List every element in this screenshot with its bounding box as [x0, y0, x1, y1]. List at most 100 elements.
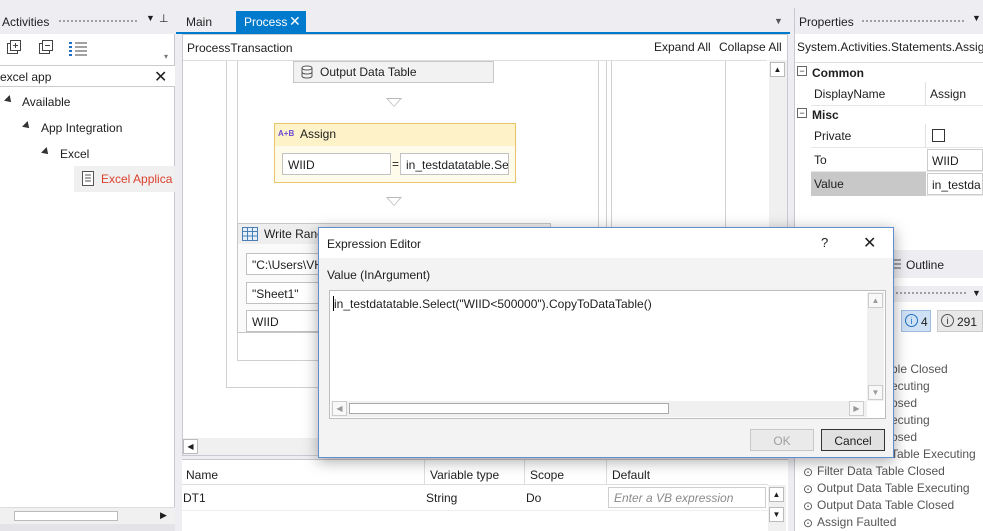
trace-filter-button[interactable]: i 291	[937, 310, 983, 332]
category-common: Common	[812, 66, 864, 80]
assign-to-field[interactable]: WIID	[282, 153, 391, 175]
log-entry[interactable]: Filter Data Table Closed	[817, 464, 945, 478]
column-header-default[interactable]: Default	[612, 468, 650, 482]
expression-editor-dialog: Expression Editor ? ✕ Value (InArgument)…	[318, 227, 894, 458]
collapse-category-icon[interactable]: −	[797, 66, 807, 76]
data-table-icon	[300, 65, 314, 79]
scroll-up-icon[interactable]: ▲	[769, 487, 784, 502]
log-entry[interactable]: Output Data Table Executing	[817, 481, 970, 495]
assign-activity[interactable]: A+B Assign WIID = in_testdatatable.Se	[274, 123, 516, 183]
scroll-right-icon[interactable]: ▶	[160, 510, 167, 521]
info-icon: i	[905, 314, 918, 327]
default-value-input[interactable]: Enter a VB expression	[608, 487, 766, 508]
toolbar-dropdown-icon[interactable]: ▾	[164, 52, 168, 61]
column-divider	[524, 460, 525, 485]
column-header-type[interactable]: Variable type	[430, 468, 499, 482]
assign-value-field[interactable]: in_testdatatable.Se	[400, 153, 509, 175]
pin-icon[interactable]: ⊥	[159, 12, 169, 25]
table-row[interactable]: DT1 String Do Enter a VB expression	[182, 486, 768, 511]
panel-bottom-tabs	[0, 524, 175, 531]
log-entry[interactable]: ble Closed	[891, 362, 948, 376]
spreadsheet-icon	[242, 227, 258, 241]
private-checkbox[interactable]	[932, 129, 945, 142]
variable-name[interactable]: DT1	[183, 491, 206, 505]
property-value[interactable]: Assign	[930, 87, 966, 101]
expression-text: in_testdatatable.Select("WIID<500000").C…	[334, 297, 652, 311]
expand-arrow-icon[interactable]	[22, 121, 32, 131]
expression-textarea[interactable]: in_testdatatable.Select("WIID<500000").C…	[329, 290, 886, 419]
log-entry[interactable]: ecuting	[891, 413, 930, 427]
scroll-up-icon[interactable]: ▲	[868, 293, 883, 308]
property-row-private[interactable]: Private	[811, 124, 983, 148]
info-icon: i	[941, 314, 954, 327]
horizontal-scrollbar[interactable]: ◀ ▶	[331, 401, 867, 417]
ok-button[interactable]: OK	[750, 429, 814, 451]
tab-overflow-icon[interactable]: ▼	[774, 16, 783, 26]
output-data-table-activity[interactable]: Output Data Table	[293, 61, 494, 83]
log-entry[interactable]: osed	[891, 430, 917, 444]
scroll-thumb[interactable]	[14, 511, 118, 521]
cancel-button[interactable]: Cancel	[821, 429, 885, 451]
property-row-displayname[interactable]: DisplayName Assign	[811, 82, 983, 106]
collapse-all-link[interactable]: Collapse All	[719, 40, 782, 54]
scroll-down-icon[interactable]: ▼	[769, 507, 784, 522]
tree-item-app-integration[interactable]: App Integration	[41, 121, 122, 135]
scroll-right-icon[interactable]: ▶	[849, 401, 864, 416]
log-entry[interactable]: ecuting	[891, 379, 930, 393]
drag-grip[interactable]	[861, 19, 965, 24]
document-tabs: Main Process ✕ ▼	[176, 8, 790, 34]
column-divider	[925, 124, 926, 148]
info-filter-button[interactable]: i 4	[901, 310, 931, 332]
tree-item-excel[interactable]: Excel	[60, 147, 89, 161]
log-entry[interactable]: Assign Faulted	[817, 515, 896, 529]
tab-outline[interactable]: Outline	[906, 258, 944, 272]
property-row-value[interactable]: Value in_testda	[811, 172, 983, 196]
expand-all-link[interactable]: Expand All	[654, 40, 711, 54]
category-misc: Misc	[812, 108, 839, 122]
panel-menu-icon[interactable]: ▼	[972, 288, 981, 298]
column-header-scope[interactable]: Scope	[530, 468, 564, 482]
scroll-left-icon[interactable]: ◀	[183, 439, 198, 454]
vertical-scrollbar[interactable]: ▲ ▼	[867, 292, 884, 401]
to-input[interactable]: WIID	[927, 149, 983, 171]
expand-arrow-icon[interactable]	[4, 95, 14, 105]
tree-item-excel-application[interactable]: Excel Applica	[74, 166, 175, 192]
panel-menu-icon[interactable]: ▼	[972, 13, 981, 23]
properties-title: Properties	[799, 15, 854, 29]
variable-type[interactable]: String	[426, 491, 457, 505]
search-input[interactable]: excel app	[0, 70, 51, 84]
scroll-left-icon[interactable]: ◀	[332, 401, 347, 416]
property-row-to[interactable]: To WIID	[811, 148, 983, 172]
scroll-down-icon[interactable]: ▼	[868, 385, 883, 400]
clear-search-icon[interactable]: ✕	[154, 67, 167, 87]
drag-grip[interactable]	[895, 291, 967, 296]
scroll-up-icon[interactable]: ▲	[770, 62, 785, 77]
collapse-category-icon[interactable]: −	[797, 108, 807, 118]
close-icon[interactable]: ✕	[863, 233, 876, 253]
column-divider	[925, 82, 926, 106]
list-view-icon[interactable]	[68, 41, 88, 57]
scroll-thumb[interactable]	[349, 403, 669, 414]
column-divider	[424, 460, 425, 485]
horizontal-scrollbar[interactable]: ▶	[0, 507, 175, 524]
panel-menu-icon[interactable]: ▼	[146, 13, 155, 23]
drag-grip[interactable]	[58, 19, 138, 24]
search-box[interactable]: excel app ✕	[0, 65, 175, 87]
column-divider	[606, 460, 607, 485]
tab-main[interactable]: Main	[178, 11, 220, 34]
vertical-scrollbar[interactable]: ▲ ▼	[768, 485, 786, 531]
help-icon[interactable]: ?	[821, 235, 828, 250]
breadcrumb[interactable]: ProcessTransaction	[187, 41, 293, 55]
close-tab-icon[interactable]: ✕	[289, 13, 301, 30]
tab-process[interactable]: Process ✕	[236, 11, 306, 34]
collapse-all-icon[interactable]	[38, 40, 54, 56]
log-entry[interactable]: osed	[891, 396, 917, 410]
tree-item-available[interactable]: Available	[22, 95, 70, 109]
variable-scope[interactable]: Do	[526, 491, 541, 505]
expand-all-icon[interactable]	[6, 40, 22, 56]
expand-arrow-icon[interactable]	[41, 147, 51, 157]
log-entry[interactable]: Table Executing	[891, 447, 976, 461]
value-input[interactable]: in_testda	[927, 173, 983, 195]
column-header-name[interactable]: Name	[186, 468, 218, 482]
log-entry[interactable]: Output Data Table Closed	[817, 498, 954, 512]
